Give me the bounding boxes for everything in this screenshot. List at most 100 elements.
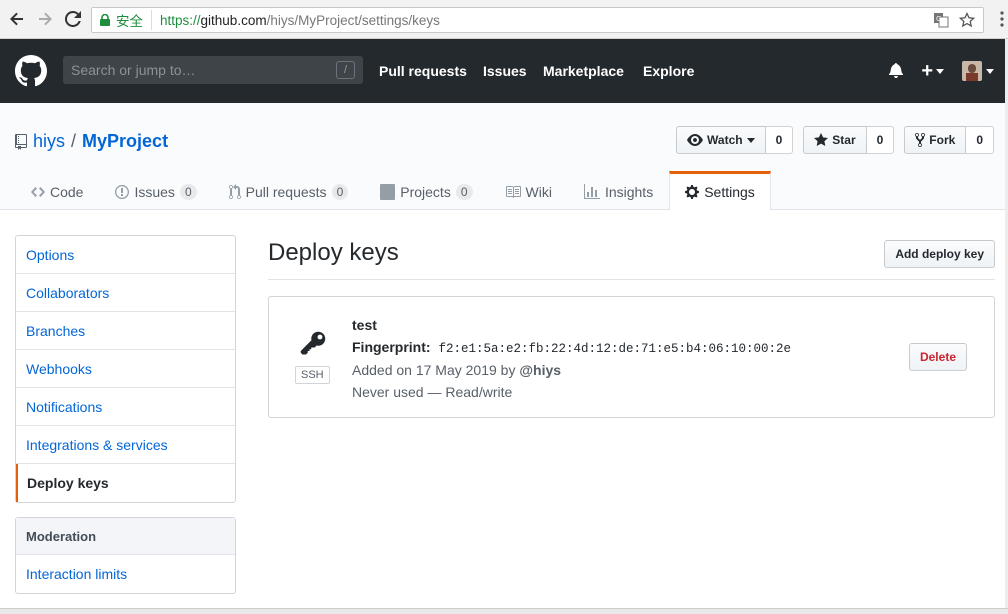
nav-explore[interactable]: Explore [643, 63, 694, 79]
tab-label: Issues [134, 184, 175, 200]
bookmark-star-icon[interactable] [958, 11, 976, 31]
tab-projects[interactable]: Projects 0 [364, 171, 488, 211]
star-label: Star [832, 133, 856, 147]
address-bar[interactable]: 安全 https://github.com/hiys/MyProject/set… [91, 7, 984, 33]
chevron-down-icon [746, 137, 755, 143]
tab-issues[interactable]: Issues 0 [99, 171, 212, 211]
search-input[interactable]: Search or jump to… / [63, 56, 363, 84]
issue-opened-icon [115, 185, 130, 199]
tab-settings[interactable]: Settings [669, 171, 771, 211]
subhead: Deploy keys Add deploy key [268, 235, 995, 280]
reload-icon[interactable] [62, 8, 84, 30]
added-prefix: Added on 17 May 2019 by [352, 362, 516, 378]
menu-item-notifications[interactable]: Notifications [16, 388, 235, 426]
watch-button[interactable]: Watch [676, 126, 766, 154]
fork-group: Fork 0 [904, 126, 994, 154]
tab-label: Insights [604, 184, 654, 200]
url-host: github.com [200, 12, 267, 28]
tab-label: Pull requests [245, 184, 327, 200]
tab-label: Wiki [525, 184, 552, 200]
search-placeholder: Search or jump to… [71, 62, 196, 78]
github-logo-icon[interactable] [15, 55, 47, 90]
url-scheme: https:// [160, 12, 201, 28]
notifications-bell-icon[interactable] [889, 62, 904, 81]
fingerprint-value: f2:e1:5a:e2:fb:22:4d:12:de:71:e5:b4:06:1… [438, 342, 791, 356]
key-icon [299, 330, 327, 361]
added-by-user[interactable]: @hiys [519, 362, 561, 378]
secure-label: 安全 [116, 14, 143, 29]
moderation-menu: Moderation Interaction limits [15, 517, 236, 594]
tab-label: Settings [704, 184, 755, 200]
create-new-menu[interactable]: + [921, 60, 944, 82]
star-button[interactable]: Star [803, 126, 867, 154]
watch-group: Watch 0 [676, 126, 794, 154]
chevron-down-icon [936, 68, 944, 74]
fork-icon [915, 133, 926, 147]
menu-item-integrations[interactable]: Integrations & services [16, 426, 235, 464]
git-pull-request-icon [228, 184, 241, 199]
repo-owner-link[interactable]: hiys [33, 131, 65, 152]
book-icon [505, 186, 521, 198]
repo-icon [15, 133, 27, 150]
repo-name-link[interactable]: MyProject [82, 131, 168, 152]
tab-label: Projects [400, 184, 451, 200]
repo-title: hiys / MyProject [15, 131, 168, 152]
nav-pull-requests[interactable]: Pull requests [379, 63, 467, 79]
pull-requests-counter: 0 [331, 184, 349, 200]
nav-issues[interactable]: Issues [483, 63, 527, 79]
url-path: /hiys/MyProject/settings/keys [266, 12, 440, 28]
key-fingerprint: Fingerprint: f2:e1:5a:e2:fb:22:4d:12:de:… [352, 339, 791, 356]
nav-marketplace[interactable]: Marketplace [543, 63, 624, 79]
plus-icon: + [921, 60, 933, 82]
issues-counter: 0 [179, 184, 197, 200]
page-title: Deploy keys [268, 239, 399, 266]
tab-wiki[interactable]: Wiki [489, 171, 568, 211]
user-menu[interactable] [962, 61, 994, 81]
tab-pull-requests[interactable]: Pull requests 0 [213, 171, 365, 211]
key-usage-info: Never used — Read/write [352, 384, 513, 400]
path-separator: / [71, 131, 77, 151]
repo-header: hiys / MyProject Watch 0 Star 0 Fork 0 C… [0, 103, 1008, 211]
delete-key-button[interactable]: Delete [908, 343, 967, 371]
deploy-key-item: SSH test Fingerprint: f2:e1:5a:e2:fb:22:… [268, 296, 995, 418]
browser-toolbar: 安全 https://github.com/hiys/MyProject/set… [0, 0, 1008, 39]
translate-icon[interactable]: G [933, 12, 949, 31]
menu-item-webhooks[interactable]: Webhooks [16, 350, 235, 388]
fingerprint-label: Fingerprint: [352, 339, 431, 355]
forward-icon[interactable] [34, 8, 56, 30]
graph-icon [583, 184, 600, 199]
avatar [962, 61, 982, 81]
fork-button[interactable]: Fork [904, 126, 967, 154]
eye-icon [687, 134, 704, 146]
add-deploy-key-button[interactable]: Add deploy key [884, 240, 995, 268]
code-icon [31, 187, 45, 197]
moderation-heading: Moderation [16, 518, 235, 555]
menu-item-options[interactable]: Options [16, 236, 235, 274]
tab-insights[interactable]: Insights [568, 171, 669, 211]
project-icon [380, 184, 396, 200]
menu-item-branches[interactable]: Branches [16, 312, 235, 350]
gear-icon [685, 185, 700, 199]
settings-menu: Options Collaborators Branches Webhooks … [15, 235, 236, 503]
chevron-down-icon [986, 68, 994, 74]
repo-actions: Watch 0 Star 0 Fork 0 [676, 126, 994, 154]
star-count[interactable]: 0 [866, 126, 895, 154]
menu-item-interaction-limits[interactable]: Interaction limits [16, 555, 235, 593]
watch-label: Watch [707, 133, 743, 147]
browser-menu-icon[interactable] [1000, 11, 1004, 30]
menu-item-collaborators[interactable]: Collaborators [16, 274, 235, 312]
horizontal-scrollbar[interactable] [0, 608, 1008, 614]
menu-item-deploy-keys[interactable]: Deploy keys [16, 464, 235, 502]
key-title: test [352, 317, 377, 333]
watch-count[interactable]: 0 [765, 126, 794, 154]
fork-label: Fork [929, 133, 956, 147]
tab-code[interactable]: Code [15, 171, 99, 211]
search-shortcut-key: / [336, 61, 355, 79]
fork-count[interactable]: 0 [966, 126, 994, 154]
projects-counter: 0 [455, 184, 473, 200]
secure-indicator[interactable]: 安全 [100, 10, 152, 30]
lock-icon [100, 14, 110, 26]
key-type-label: SSH [295, 366, 330, 384]
back-icon[interactable] [6, 8, 28, 30]
star-group: Star 0 [803, 126, 895, 154]
